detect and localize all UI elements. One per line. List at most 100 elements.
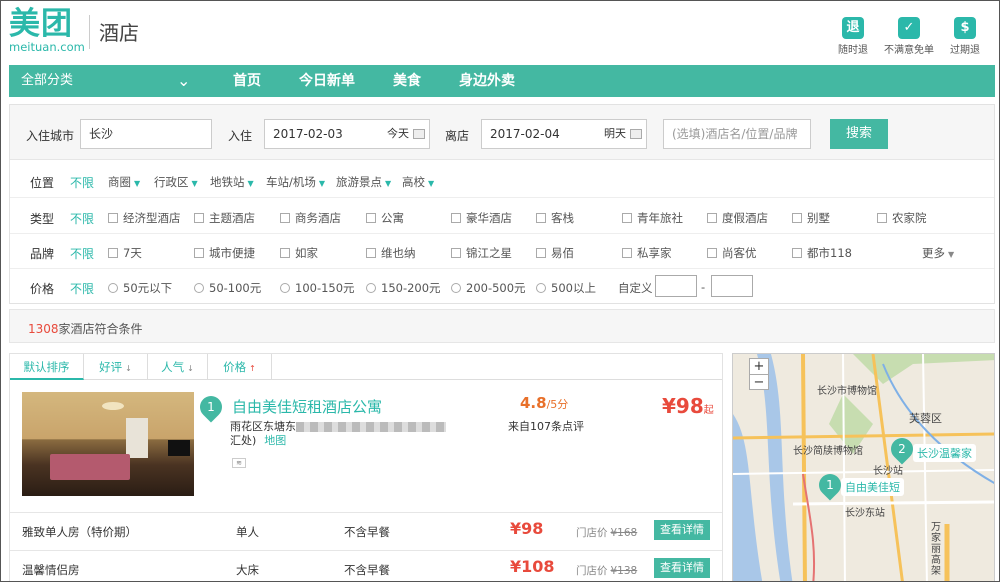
filter-brand-more[interactable]: 更多 ▼ <box>922 245 954 261</box>
arrow-up-icon: ↑ <box>249 364 256 373</box>
nav-links: 首页 今日新单 美食 身边外卖 <box>233 65 553 97</box>
hotel-map[interactable]: + − 长沙市博物馆 芙蓉区 长沙简牍博物馆 长沙站 长沙东站 万家丽高架 1 … <box>732 353 995 581</box>
filter-brand-option[interactable]: 尚客优 <box>707 245 757 261</box>
map-pin-label[interactable]: 自由美佳短 <box>841 478 904 496</box>
filter-brand-option[interactable]: 7天 <box>108 245 142 261</box>
filter-price-option[interactable]: 50元以下 <box>108 280 172 296</box>
search-button[interactable]: 搜索 <box>830 119 888 149</box>
custom-price-max[interactable] <box>711 275 753 297</box>
filter-location-option[interactable]: 高校 ▼ <box>402 174 434 190</box>
filter-type-option[interactable]: 主题酒店 <box>194 210 255 226</box>
radio-icon <box>108 283 118 293</box>
guarantee-label: 随时退 <box>838 45 868 56</box>
sort-rating[interactable]: 好评 ↓ <box>84 354 148 380</box>
room-breakfast: 不含早餐 <box>344 563 390 577</box>
filter-type-option[interactable]: 农家院 <box>877 210 927 226</box>
address-redacted <box>296 422 446 432</box>
filter-location-option[interactable]: 行政区 ▼ <box>154 174 198 190</box>
all-categories-menu[interactable]: 全部分类 ⌄ <box>9 65 209 97</box>
filter-brand-option[interactable]: 城市便捷 <box>194 245 255 261</box>
caret-down-icon: ▼ <box>318 179 326 188</box>
filter-brand-option[interactable]: 都市118 <box>792 245 852 261</box>
radio-icon <box>280 283 290 293</box>
hotel-review-count[interactable]: 来自107条点评 <box>508 418 584 434</box>
filter-location-option[interactable]: 地铁站 ▼ <box>210 174 254 190</box>
caret-down-icon: ▼ <box>385 179 392 188</box>
nav-home[interactable]: 首页 <box>233 65 261 97</box>
header: 美团 meituan.com 酒店 退 随时退 ✓ 不满意免单 $ 过期退 <box>1 1 999 63</box>
hotel-name-link[interactable]: 自由美佳短租酒店公寓 <box>232 396 382 417</box>
keyword-input[interactable]: (选填)酒店名/位置/品牌 <box>663 119 811 149</box>
filter-type-option[interactable]: 经济型酒店 <box>108 210 181 226</box>
sort-price[interactable]: 价格 ↑ <box>208 354 272 380</box>
map-label: 芙蓉区 <box>909 412 942 425</box>
filter-type-option[interactable]: 豪华酒店 <box>451 210 512 226</box>
hotel-photo[interactable] <box>22 392 194 496</box>
custom-price-min[interactable] <box>655 275 697 297</box>
checkbox-icon <box>280 248 290 258</box>
filter-row-brand: 品牌 不限 7天 城市便捷 如家 维也纳 锦江之星 易佰 私享家 尚客优 都市1… <box>10 234 994 269</box>
filter-price-option[interactable]: 150-200元 <box>366 280 441 296</box>
guarantee-satisfaction[interactable]: ✓ 不满意免单 <box>881 17 937 56</box>
filter-type-option[interactable]: 度假酒店 <box>707 210 768 226</box>
filter-brand-option[interactable]: 私享家 <box>622 245 672 261</box>
checkin-value: 2017-02-03 <box>273 127 343 141</box>
checkbox-icon <box>536 213 546 223</box>
room-bed: 单人 <box>236 525 259 539</box>
checkbox-icon <box>707 248 717 258</box>
checkbox-icon <box>792 213 802 223</box>
guarantee-refund[interactable]: 退 随时退 <box>825 17 881 56</box>
expire-refund-icon: $ <box>954 17 976 39</box>
page: 美团 meituan.com 酒店 退 随时退 ✓ 不满意免单 $ 过期退 全部… <box>0 0 1000 582</box>
room-row: 温馨情侣房 大床 不含早餐 ¥108 门店价 ¥138 查看详情 <box>10 550 722 581</box>
keyword-placeholder: (选填)酒店名/位置/品牌 <box>672 127 798 141</box>
filter-price-option[interactable]: 100-150元 <box>280 280 355 296</box>
filter-brand-option[interactable]: 锦江之星 <box>451 245 512 261</box>
filter-type-option[interactable]: 青年旅社 <box>622 210 683 226</box>
hotel-map-link[interactable]: 地图 <box>264 434 286 447</box>
map-pin-label[interactable]: 长沙温馨家 <box>913 444 976 462</box>
room-detail-button[interactable]: 查看详情 <box>654 520 710 540</box>
filter-price-option[interactable]: 50-100元 <box>194 280 261 296</box>
filter-brand-option[interactable]: 如家 <box>280 245 318 261</box>
filter-all-brand[interactable]: 不限 <box>70 245 94 262</box>
room-detail-button[interactable]: 查看详情 <box>654 558 710 578</box>
zoom-in-button[interactable]: + <box>750 359 768 374</box>
nav-delivery[interactable]: 身边外卖 <box>459 65 515 97</box>
filter-type-option[interactable]: 公寓 <box>366 210 404 226</box>
zoom-out-button[interactable]: − <box>750 374 768 390</box>
filter-location-option[interactable]: 旅游景点 ▼ <box>336 174 391 190</box>
sort-default[interactable]: 默认排序 <box>10 354 84 380</box>
sort-popularity[interactable]: 人气 ↓ <box>148 354 208 380</box>
guarantee-label: 不满意免单 <box>884 45 934 56</box>
refund-icon: 退 <box>842 17 864 39</box>
filter-price-option[interactable]: 500以上 <box>536 280 596 296</box>
checkbox-icon <box>451 248 461 258</box>
checkbox-icon <box>622 248 632 258</box>
nav-food[interactable]: 美食 <box>393 65 421 97</box>
filter-location-option[interactable]: 车站/机场 ▼ <box>266 174 325 190</box>
nav-today-new[interactable]: 今日新单 <box>299 65 355 97</box>
filter-all-price[interactable]: 不限 <box>70 280 94 297</box>
logo-cn: 美团 <box>9 6 73 42</box>
filter-brand-option[interactable]: 维也纳 <box>366 245 416 261</box>
filter-location-option[interactable]: 商圈 ▼ <box>108 174 140 190</box>
filter-type-option[interactable]: 商务酒店 <box>280 210 341 226</box>
filter-type-option[interactable]: 客栈 <box>536 210 574 226</box>
filter-type-option[interactable]: 别墅 <box>792 210 830 226</box>
filter-brand-option[interactable]: 易佰 <box>536 245 574 261</box>
checkin-date-input[interactable]: 2017-02-03 今天 <box>264 119 430 149</box>
filter-price-option[interactable]: 200-500元 <box>451 280 526 296</box>
logo-en: meituan.com <box>9 40 85 54</box>
result-count-bar: 1308家酒店符合条件 <box>9 309 995 343</box>
caret-down-icon: ▼ <box>134 179 141 188</box>
map-label: 万家丽高架 <box>931 522 941 577</box>
filter-all-location[interactable]: 不限 <box>70 174 94 191</box>
guarantee-label: 过期退 <box>950 45 980 56</box>
guarantee-expire[interactable]: $ 过期退 <box>937 17 993 56</box>
meituan-logo[interactable]: 美团 meituan.com <box>9 5 85 54</box>
caret-down-icon: ▼ <box>948 250 955 259</box>
filter-all-type[interactable]: 不限 <box>70 210 94 227</box>
checkout-date-input[interactable]: 2017-02-04 明天 <box>481 119 647 149</box>
city-input[interactable]: 长沙 <box>80 119 212 149</box>
